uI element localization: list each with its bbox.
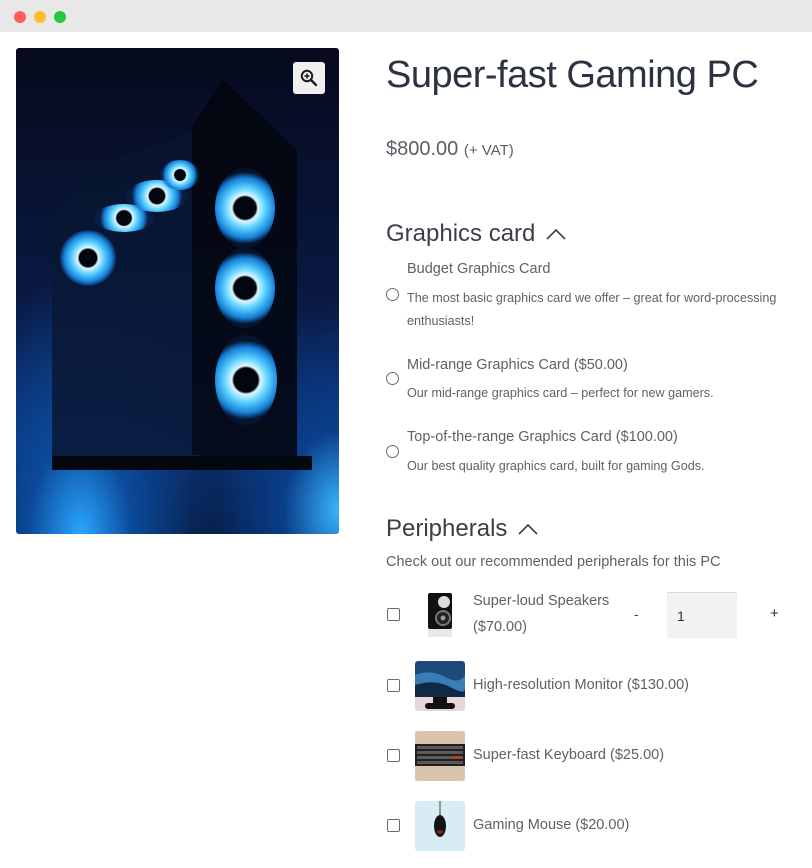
quantity-input[interactable] xyxy=(667,592,737,638)
peripherals-intro: Check out our recommended peripherals fo… xyxy=(386,554,721,570)
graphics-option-radio[interactable] xyxy=(386,372,399,385)
peripherals-heading[interactable]: Peripherals xyxy=(386,515,539,543)
mouse-thumbnail xyxy=(415,801,465,851)
peripheral-checkbox[interactable] xyxy=(387,749,400,762)
quantity-increase-button[interactable]: + xyxy=(770,605,779,622)
speaker-thumbnail xyxy=(415,590,465,640)
monitor-thumbnail xyxy=(415,661,465,711)
pc-case-illustration xyxy=(52,80,312,470)
peripheral-price: ($70.00) xyxy=(473,619,528,635)
graphics-option-name: Top-of-the-range Graphics Card ($100.00) xyxy=(407,429,678,445)
graphics-option-description: Our best quality graphics card, built fo… xyxy=(407,459,705,473)
peripherals-heading-label: Peripherals xyxy=(386,515,508,542)
price-amount: $800.00 xyxy=(386,138,459,160)
close-window-button[interactable] xyxy=(14,11,26,23)
quantity-decrease-button[interactable]: - xyxy=(634,606,639,622)
product-image[interactable] xyxy=(16,48,339,534)
image-zoom-button[interactable] xyxy=(293,62,325,94)
product-price: $800.00 (+ VAT) xyxy=(386,138,514,161)
graphics-option-top-of-range[interactable]: Top-of-the-range Graphics Card ($100.00)… xyxy=(386,426,796,476)
peripheral-name: High-resolution Monitor ($130.00) xyxy=(473,677,689,693)
window-titlebar xyxy=(0,0,812,32)
peripheral-name: Super-loud Speakers xyxy=(473,593,610,609)
chevron-up-icon xyxy=(518,523,538,535)
peripheral-checkbox[interactable] xyxy=(387,608,400,621)
graphics-option-radio[interactable] xyxy=(386,288,399,301)
product-summary: Super-fast Gaming PC $800.00 (+ VAT) xyxy=(386,52,798,160)
peripheral-item-keyboard: Super-fast Keyboard ($25.00) xyxy=(386,731,796,781)
graphics-option-radio[interactable] xyxy=(386,445,399,458)
peripheral-checkbox[interactable] xyxy=(387,819,400,832)
peripheral-name: Gaming Mouse ($20.00) xyxy=(473,817,630,833)
graphics-option-name: Budget Graphics Card xyxy=(407,261,551,277)
keyboard-thumbnail xyxy=(415,731,465,781)
peripheral-name: Super-fast Keyboard ($25.00) xyxy=(473,747,665,763)
graphics-option-description: Our mid-range graphics card – perfect fo… xyxy=(407,386,714,400)
price-vat-suffix: (+ VAT) xyxy=(463,142,514,159)
peripheral-item-monitor: High-resolution Monitor ($130.00) xyxy=(386,661,796,711)
graphics-option-mid-range[interactable]: Mid-range Graphics Card ($50.00) Our mid… xyxy=(386,354,796,404)
graphics-option-name: Mid-range Graphics Card ($50.00) xyxy=(407,357,628,373)
chevron-up-icon xyxy=(546,228,566,240)
minimize-window-button[interactable] xyxy=(34,11,46,23)
graphics-option-description: The most basic graphics card we offer – … xyxy=(407,291,777,328)
maximize-window-button[interactable] xyxy=(54,11,66,23)
graphics-card-heading-label: Graphics card xyxy=(386,220,536,247)
peripheral-item-mouse: Gaming Mouse ($20.00) xyxy=(386,801,796,851)
graphics-option-budget[interactable]: Budget Graphics Card The most basic grap… xyxy=(386,258,796,338)
graphics-card-heading[interactable]: Graphics card xyxy=(386,220,567,248)
peripheral-checkbox[interactable] xyxy=(387,679,400,692)
product-title: Super-fast Gaming PC xyxy=(386,54,759,96)
magnifier-plus-icon xyxy=(300,69,318,87)
